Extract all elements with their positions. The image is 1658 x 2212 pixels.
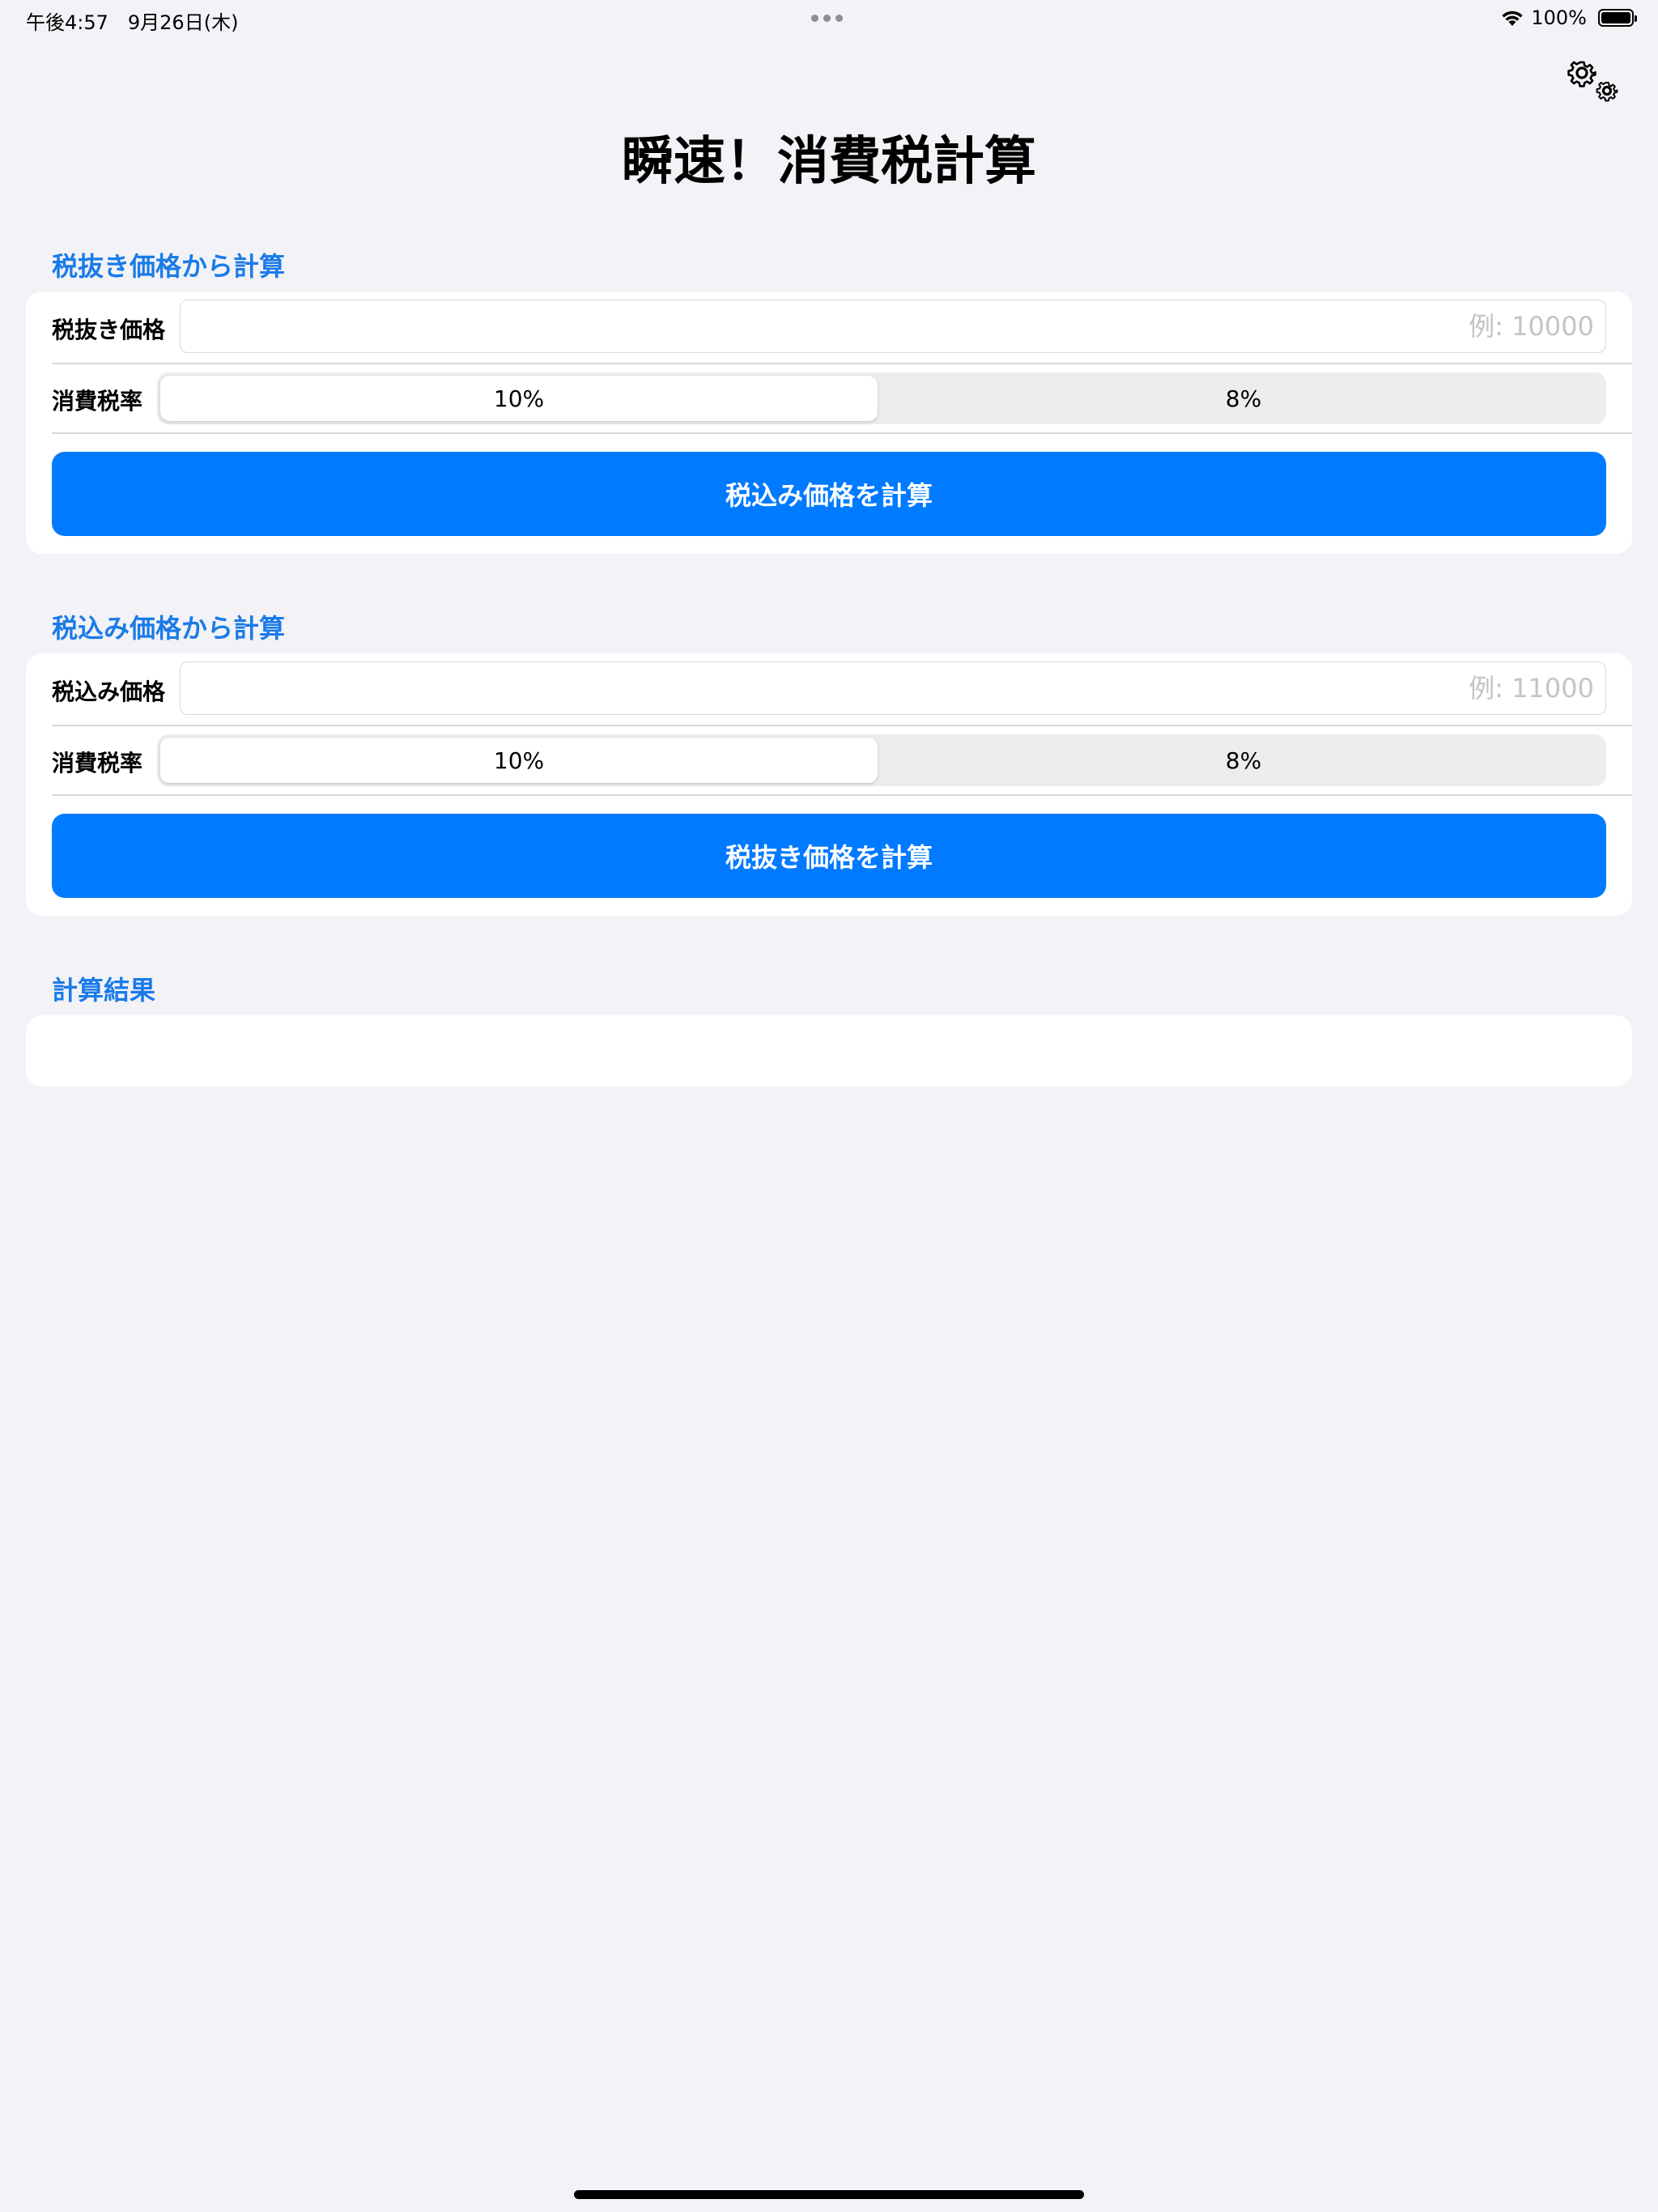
result-card	[26, 1015, 1632, 1087]
exclusive-price-label: 税抜き価格	[52, 317, 166, 343]
status-time-date: 午後4:57 9月26日(木)	[26, 11, 239, 34]
exclusive-rate-option-10[interactable]: 10%	[160, 376, 878, 421]
inclusive-rate-segmented-control[interactable]: 10% 8%	[157, 734, 1606, 786]
inclusive-price-row: 税込み価格	[26, 653, 1632, 725]
inclusive-rate-option-10[interactable]: 10%	[160, 738, 878, 783]
section-header-exclusive: 税抜き価格から計算	[52, 251, 286, 282]
inclusive-price-label: 税込み価格	[52, 678, 166, 705]
divider	[52, 432, 1632, 434]
inclusive-price-input[interactable]	[180, 661, 1606, 715]
page-title: 瞬速！消費税計算	[622, 132, 1036, 192]
status-bar: 午後4:57 9月26日(木) 100%	[0, 0, 1658, 39]
exclusive-rate-option-8[interactable]: 8%	[884, 376, 1603, 421]
inclusive-rate-row: 消費税率 10% 8%	[26, 726, 1632, 796]
section-header-inclusive: 税込み価格から計算	[52, 613, 286, 644]
home-indicator[interactable]	[574, 2190, 1084, 2199]
exclusive-price-row: 税抜き価格	[26, 291, 1632, 363]
battery-percent: 100%	[1531, 6, 1587, 29]
exclusive-rate-row: 消費税率 10% 8%	[26, 364, 1632, 434]
settings-button[interactable]	[1562, 55, 1624, 105]
exclusive-price-input[interactable]	[180, 300, 1606, 353]
section-header-result: 計算結果	[52, 975, 156, 1006]
exclusive-rate-label: 消費税率	[52, 388, 143, 415]
battery-fill	[1601, 12, 1630, 23]
inclusive-card: 税込み価格 消費税率 10% 8% 税抜き価格を計算	[26, 653, 1632, 916]
wifi-icon	[1502, 11, 1523, 26]
exclusive-card: 税抜き価格 消費税率 10% 8% 税込み価格を計算	[26, 291, 1632, 554]
multitasking-dots-icon[interactable]	[811, 15, 843, 22]
gears-icon	[1567, 61, 1618, 102]
status-right: 100%	[1500, 6, 1637, 29]
calc-inclusive-button[interactable]: 税込み価格を計算	[52, 452, 1606, 536]
battery-icon	[1598, 9, 1637, 27]
divider	[52, 794, 1632, 796]
calc-exclusive-button[interactable]: 税抜き価格を計算	[52, 814, 1606, 898]
exclusive-rate-segmented-control[interactable]: 10% 8%	[157, 372, 1606, 424]
inclusive-rate-option-8[interactable]: 8%	[884, 738, 1603, 783]
inclusive-rate-label: 消費税率	[52, 750, 143, 776]
